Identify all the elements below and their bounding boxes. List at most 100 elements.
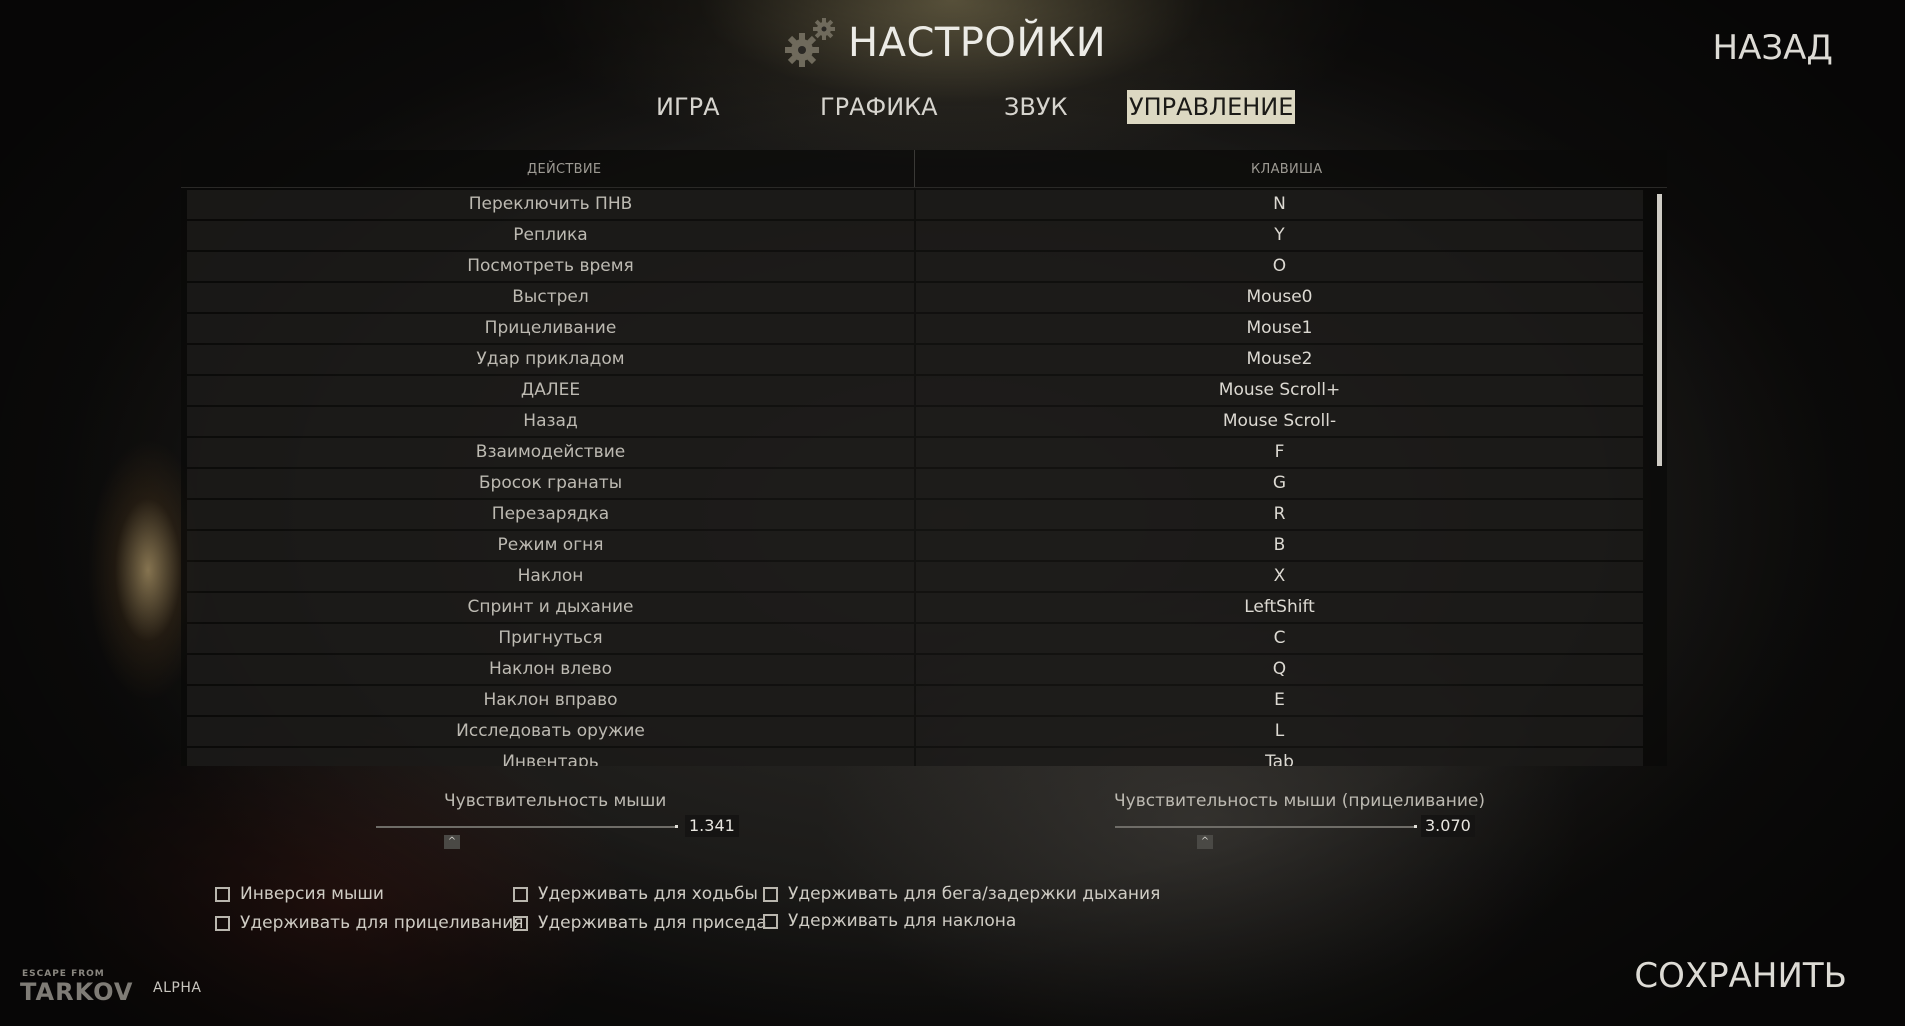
action-cell: Инвентарь [187, 748, 914, 766]
action-cell: Переключить ПНВ [187, 190, 914, 219]
key-cell[interactable]: Tab [916, 748, 1643, 766]
mouse-sensitivity-value[interactable]: 1.341 [685, 815, 739, 837]
back-button[interactable]: НАЗАД [1713, 28, 1833, 68]
column-divider [914, 150, 915, 188]
keybinding-row[interactable]: Наклон вправо E [187, 686, 1657, 715]
keybinding-row[interactable]: Наклон влево Q [187, 655, 1657, 684]
keybinding-row[interactable]: ДАЛЕЕ Mouse Scroll+ [187, 376, 1657, 405]
mouse-sensitivity-track-end [675, 825, 678, 828]
keybinding-row[interactable]: Назад Mouse Scroll- [187, 407, 1657, 436]
keybinding-row[interactable]: Выстрел Mouse0 [187, 283, 1657, 312]
tab-graphics[interactable]: ГРАФИКА [818, 90, 940, 124]
keybinding-row[interactable]: Пригнуться C [187, 624, 1657, 653]
key-cell[interactable]: R [916, 500, 1643, 529]
tab-sound[interactable]: ЗВУК [1002, 90, 1070, 124]
keybinding-row[interactable]: Режим огня B [187, 531, 1657, 560]
action-cell: Выстрел [187, 283, 914, 312]
action-cell: Перезарядка [187, 500, 914, 529]
hold-to-walk-checkbox[interactable]: Удерживать для ходьбы [513, 884, 758, 904]
key-cell[interactable]: G [916, 469, 1643, 498]
keybinding-row[interactable]: Удар прикладом Mouse2 [187, 345, 1657, 374]
table-scrollbar[interactable] [1657, 194, 1662, 466]
action-cell: Режим огня [187, 531, 914, 560]
hold-to-lean-checkbox[interactable]: Удерживать для наклона [763, 911, 1016, 931]
keybindings-panel: ДЕЙСТВИЕ КЛАВИША Переключить ПНВ N Реплика… [181, 150, 1667, 766]
action-cell: Посмотреть время [187, 252, 914, 281]
key-cell[interactable]: L [916, 717, 1643, 746]
checkbox-label: Удерживать для приседа [538, 913, 767, 933]
keybinding-row[interactable]: Исследовать оружие L [187, 717, 1657, 746]
action-cell: Наклон [187, 562, 914, 591]
key-cell[interactable]: E [916, 686, 1643, 715]
save-button[interactable]: СОХРАНИТЬ [1634, 956, 1847, 996]
action-cell: Наклон влево [187, 655, 914, 684]
hold-to-crouch-checkbox[interactable]: Удерживать для приседа [513, 913, 767, 933]
keybinding-row[interactable]: Наклон X [187, 562, 1657, 591]
action-cell: ДАЛЕЕ [187, 376, 914, 405]
invert-mouse-checkbox[interactable]: Инверсия мыши [215, 884, 384, 904]
checkbox-label: Удерживать для наклона [788, 911, 1017, 931]
keybinding-row[interactable]: Переключить ПНВ N [187, 190, 1657, 219]
key-cell[interactable]: N [916, 190, 1643, 219]
key-cell[interactable]: C [916, 624, 1643, 653]
key-cell[interactable]: F [916, 438, 1643, 467]
tab-controls[interactable]: УПРАВЛЕНИЕ [1127, 90, 1296, 124]
checkbox-label: Удерживать для ходьбы [538, 884, 758, 904]
key-cell[interactable]: Mouse1 [916, 314, 1643, 343]
mouse-sensitivity-label: Чувствительность мыши [444, 791, 667, 811]
checkbox-label: Удерживать для бега/задержки дыхания [788, 884, 1161, 904]
keybinding-row[interactable]: Посмотреть время O [187, 252, 1657, 281]
page-title: НАСТРОЙКИ [848, 20, 1107, 66]
key-cell[interactable]: LeftShift [916, 593, 1643, 622]
action-cell: Наклон вправо [187, 686, 914, 715]
key-cell[interactable]: B [916, 531, 1643, 560]
action-cell: Спринт и дыхание [187, 593, 914, 622]
mouse-sensitivity-handle[interactable]: ^ [444, 835, 460, 849]
key-cell[interactable]: Mouse2 [916, 345, 1643, 374]
keybinding-row[interactable]: Взаимодействие F [187, 438, 1657, 467]
tarkov-logo: ESCAPE FROM TARKOV [20, 969, 133, 1006]
checkbox-box[interactable] [215, 915, 230, 931]
keybindings-list: Переключить ПНВ N Реплика Y Посмотреть время… [187, 190, 1657, 766]
svg-text:TARKOV: TARKOV [20, 978, 133, 1006]
action-cell: Исследовать оружие [187, 717, 914, 746]
keybinding-row[interactable]: Прицеливание Mouse1 [187, 314, 1657, 343]
keybinding-row[interactable]: Перезарядка R [187, 500, 1657, 529]
keybinding-row[interactable]: Бросок гранаты G [187, 469, 1657, 498]
checkbox-box[interactable] [763, 913, 778, 929]
action-cell: Реплика [187, 221, 914, 250]
keybinding-row[interactable]: Спринт и дыхание LeftShift [187, 593, 1657, 622]
mouse-sensitivity-track[interactable] [376, 826, 676, 828]
column-header-key: КЛАВИША [1251, 162, 1323, 177]
key-cell[interactable]: Mouse0 [916, 283, 1643, 312]
caret-up-icon: ^ [1200, 836, 1210, 847]
action-cell: Удар прикладом [187, 345, 914, 374]
aim-sensitivity-track[interactable] [1115, 826, 1415, 828]
header-divider [181, 187, 1667, 188]
checkbox-box[interactable] [513, 886, 528, 902]
key-cell[interactable]: Mouse Scroll- [916, 407, 1643, 436]
column-header-action: ДЕЙСТВИЕ [527, 162, 602, 177]
action-cell: Пригнуться [187, 624, 914, 653]
key-cell[interactable]: X [916, 562, 1643, 591]
gear-icon [785, 18, 835, 67]
checkbox-box[interactable] [215, 886, 230, 902]
tab-game[interactable]: ИГРА [654, 90, 721, 124]
checkbox-box[interactable] [513, 915, 528, 931]
keybinding-row[interactable]: Инвентарь Tab [187, 748, 1657, 766]
checkbox-box[interactable] [763, 886, 778, 902]
action-cell: Взаимодействие [187, 438, 914, 467]
keybinding-row[interactable]: Реплика Y [187, 221, 1657, 250]
checkbox-label: Инверсия мыши [240, 884, 384, 904]
key-cell[interactable]: Y [916, 221, 1643, 250]
hold-to-aim-checkbox[interactable]: Удерживать для прицеливания [215, 913, 523, 933]
key-cell[interactable]: Mouse Scroll+ [916, 376, 1643, 405]
aim-sensitivity-handle[interactable]: ^ [1197, 835, 1213, 849]
checkbox-label: Удерживать для прицеливания [240, 913, 524, 933]
action-cell: Бросок гранаты [187, 469, 914, 498]
aim-sensitivity-value[interactable]: 3.070 [1421, 815, 1475, 837]
settings-tabs: ИГРА ГРАФИКА ЗВУК УПРАВЛЕНИЕ [0, 90, 1905, 126]
key-cell[interactable]: Q [916, 655, 1643, 684]
key-cell[interactable]: O [916, 252, 1643, 281]
hold-to-sprint-checkbox[interactable]: Удерживать для бега/задержки дыхания [763, 884, 1160, 904]
